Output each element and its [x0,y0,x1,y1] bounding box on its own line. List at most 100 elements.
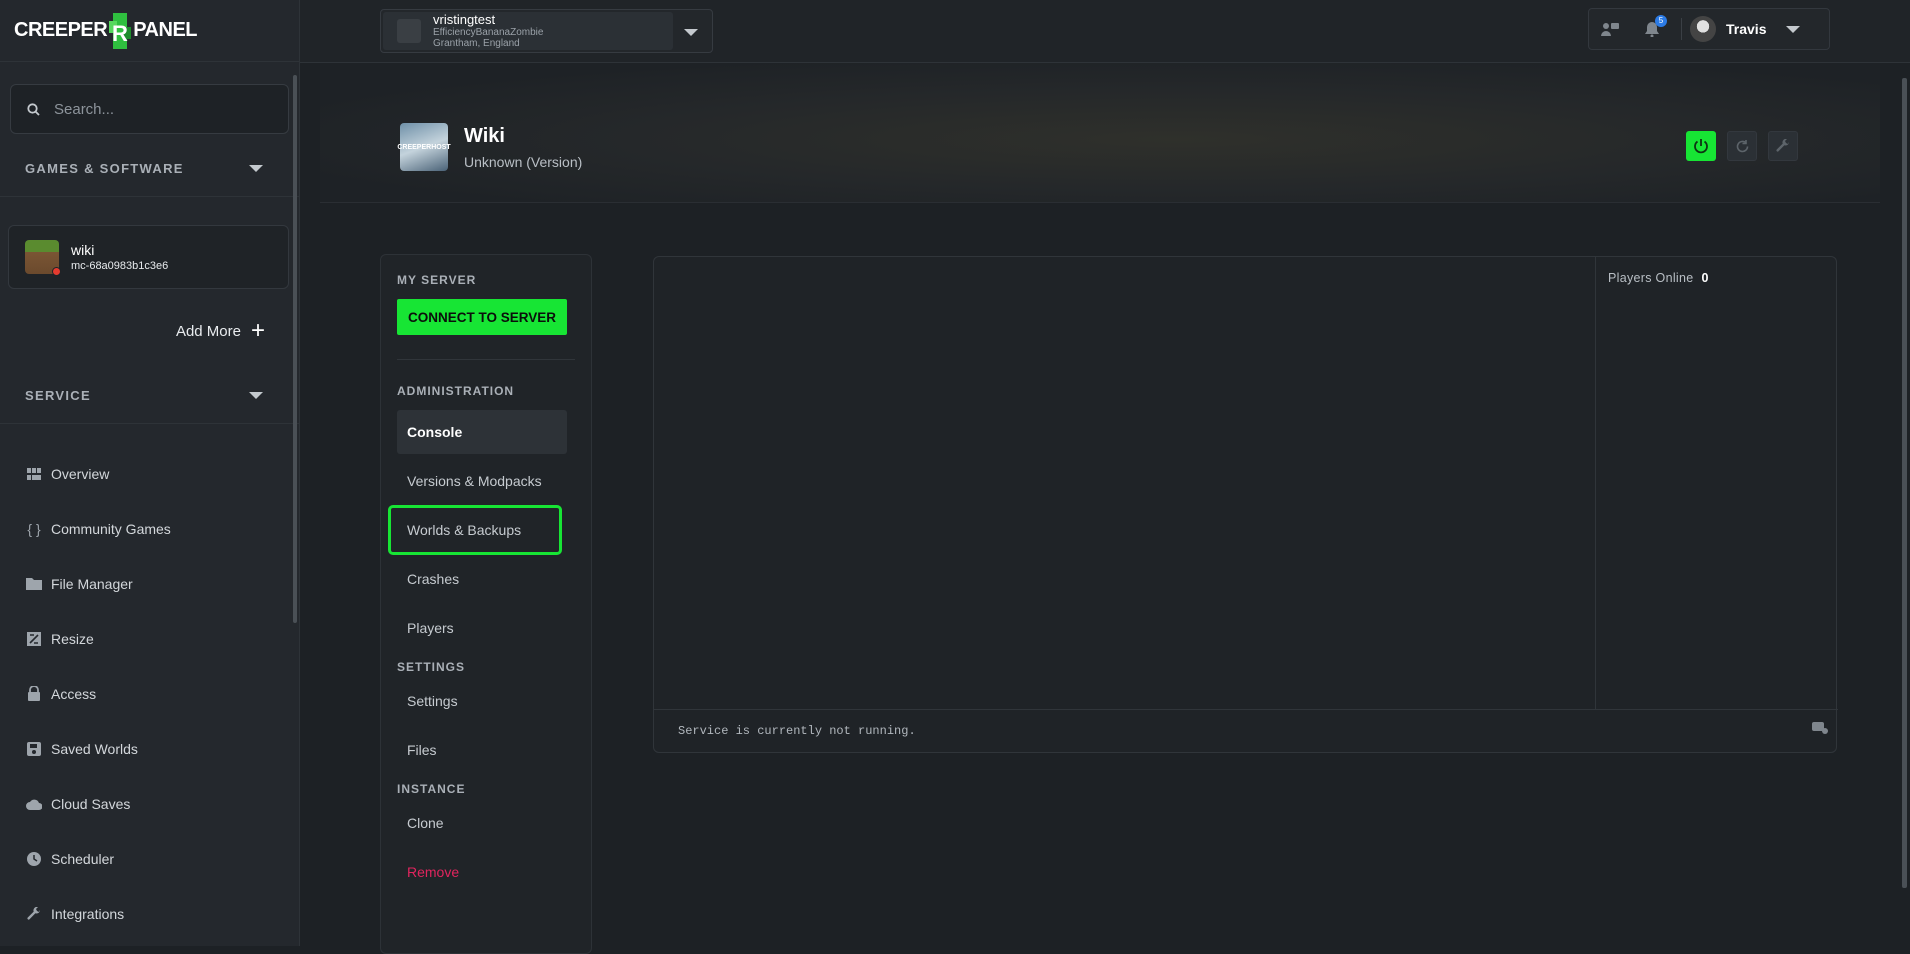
players-online: Players Online 0 [1608,271,1709,285]
chevron-down-icon [249,164,263,172]
wrench-icon [1776,139,1789,152]
user-name: Travis [1726,21,1767,37]
menu-clone[interactable]: Clone [397,801,567,845]
nav-integrations[interactable]: Integrations [0,886,299,941]
cloud-icon [25,796,43,812]
notification-badge: 5 [1655,15,1667,27]
nav-community-games[interactable]: { } Community Games [0,501,299,556]
menu-versions-modpacks[interactable]: Versions & Modpacks [397,459,567,503]
main-scrollbar[interactable] [1902,78,1907,888]
top-right-controls: 5 Travis [1588,8,1830,50]
power-icon [1694,139,1708,154]
service-heading: SERVICE [25,387,91,403]
menu-worlds-backups[interactable]: Worlds & Backups [388,505,562,555]
server-card[interactable]: wiki mc-68a0983b1c3e6 [8,225,289,289]
braces-icon: { } [27,520,41,537]
chevron-down-icon [684,29,698,36]
page-title: Wiki [464,124,505,147]
menu-settings[interactable]: Settings [397,679,567,723]
nav-label: Saved Worlds [51,740,138,757]
account-subtitle: EfficiencyBananaZombie [433,27,544,38]
administration-heading: ADMINISTRATION [397,384,515,398]
resize-icon [25,631,43,647]
players-online-count: 0 [1701,271,1709,285]
account-selector[interactable]: vristingtest EfficiencyBananaZombie Gran… [380,9,713,53]
page-header: CREEPERHOST Wiki Unknown (Version) [397,123,583,171]
logo[interactable]: CREEPER R PANEL [0,0,299,62]
svg-text:R: R [112,21,128,46]
thumbnail-text: CREEPERHOST [397,143,451,151]
search-box [10,84,289,134]
folder-icon [25,576,43,592]
user-menu[interactable]: Travis [1690,16,1801,42]
wrench-icon [25,906,43,922]
game-version: Unknown (Version) [464,153,583,170]
divider [397,359,575,360]
service-nav: Overview { } Community Games File Manage… [0,446,299,941]
terminal-icon[interactable] [1812,722,1828,736]
logo-text-left: CREEPER [14,19,108,41]
nav-cloud-saves[interactable]: Cloud Saves [0,776,299,831]
top-bar: vristingtest EfficiencyBananaZombie Gran… [300,0,1910,63]
players-online-label: Players Online [1608,271,1694,285]
status-dot [52,267,61,276]
creeper-logo-icon: R [105,11,135,51]
nav-file-manager[interactable]: File Manager [0,556,299,611]
nav-label: Scheduler [51,850,115,867]
console-footer: Service is currently not running. [654,709,1838,754]
nav-overview[interactable]: Overview [0,446,299,501]
menu-crashes[interactable]: Crashes [397,557,567,601]
grid-icon [25,466,43,482]
account-location: Grantham, England [433,38,520,49]
game-thumbnail: CREEPERHOST [397,123,451,171]
menu-console[interactable]: Console [397,410,567,454]
lock-icon [25,686,43,702]
nav-label: Integrations [51,905,125,922]
search-input[interactable] [54,100,254,118]
service-toggle[interactable]: SERVICE [0,367,299,423]
console-panel: Players Online 0 Service is currently not… [653,256,1838,754]
chevron-down-icon [1786,25,1801,33]
chevron-down-icon [249,391,263,399]
restart-icon [1736,139,1748,152]
menu-players[interactable]: Players [397,606,567,650]
notifications-button[interactable]: 5 [1631,8,1673,50]
main-content: CREEPERHOST Wiki Unknown (Version) MY SE… [300,63,1900,954]
add-more-label: Add More [175,322,241,340]
save-icon [25,741,43,757]
sidebar: CREEPER R PANEL GAMES & SOFTWARE wiki [0,0,300,946]
divider [1681,18,1682,40]
settings-wrench-button[interactable] [1768,131,1798,161]
sidebar-scrollbar[interactable] [293,75,297,623]
server-thumbnail [25,240,61,276]
server-menu: MY SERVER CONNECT TO SERVER ADMINISTRATI… [380,254,592,954]
restart-button[interactable] [1727,131,1757,161]
menu-files[interactable]: Files [397,728,567,772]
nav-label: File Manager [51,575,133,592]
friends-button[interactable] [1589,8,1631,50]
nav-saved-worlds[interactable]: Saved Worlds [0,721,299,776]
nav-resize[interactable]: Resize [0,611,299,666]
avatar [1690,16,1716,42]
instance-heading: INSTANCE [397,782,466,796]
games-software-toggle[interactable]: GAMES & SOFTWARE [0,140,299,196]
games-software-heading: GAMES & SOFTWARE [25,160,184,176]
console-log[interactable] [654,257,1596,709]
nav-label: Cloud Saves [51,795,131,812]
power-button[interactable] [1686,131,1716,161]
friends-icon [1601,23,1619,36]
account-name: vristingtest [433,12,496,27]
divider [0,196,299,197]
nav-scheduler[interactable]: Scheduler [0,831,299,886]
my-server-heading: MY SERVER [397,273,477,287]
divider [0,423,299,424]
nav-label: Resize [51,630,94,647]
search-icon [27,102,40,116]
connect-to-server-button[interactable]: CONNECT TO SERVER [397,299,567,335]
add-more-button[interactable]: Add More + [0,319,299,343]
plus-icon: + [250,317,265,344]
menu-remove[interactable]: Remove [397,850,567,894]
console-status-message: Service is currently not running. [678,724,916,738]
nav-access[interactable]: Access [0,666,299,721]
server-id: mc-68a0983b1c3e6 [71,260,169,272]
